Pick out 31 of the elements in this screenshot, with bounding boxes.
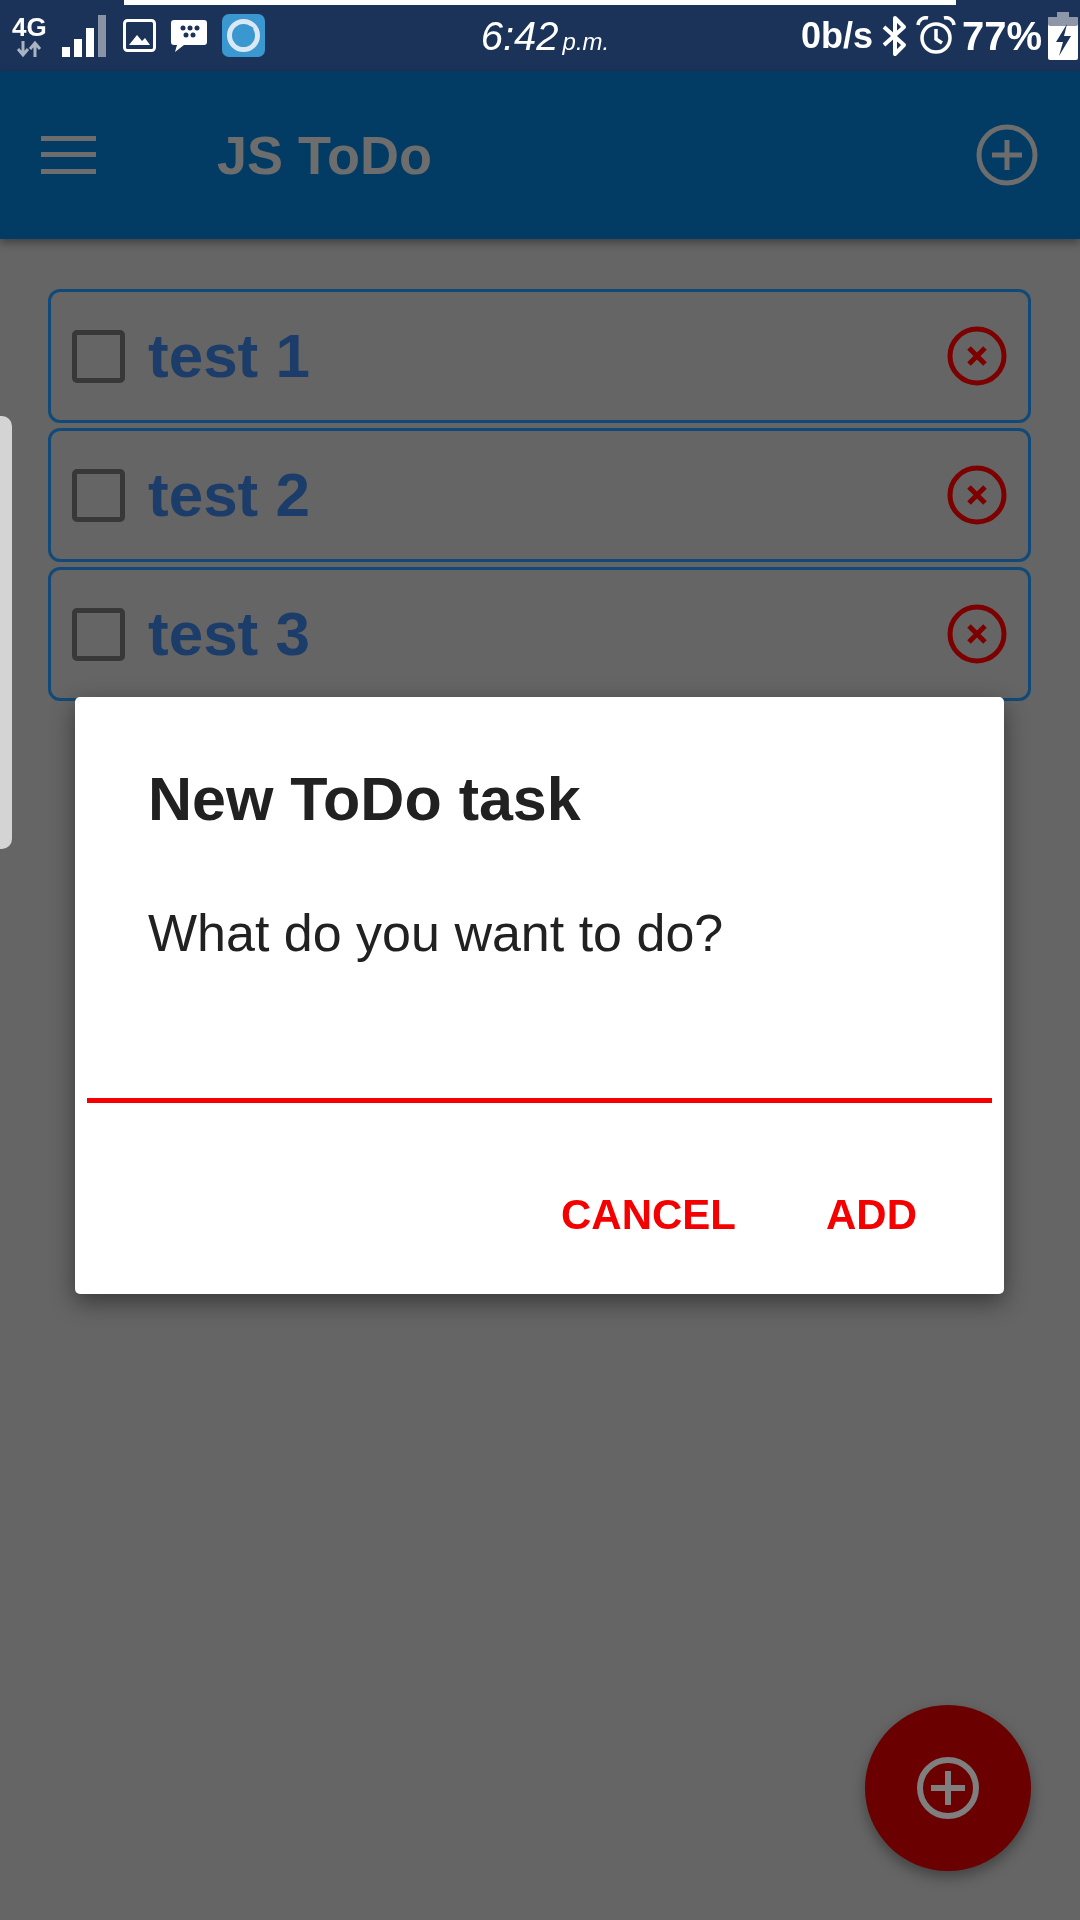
task-item[interactable]: test 1 xyxy=(48,289,1031,423)
checkbox[interactable] xyxy=(72,468,125,522)
alarm-clock-icon xyxy=(915,15,956,56)
chat-bubble-icon xyxy=(170,19,207,52)
signal-bars-icon xyxy=(61,14,108,57)
plus-circle-icon[interactable] xyxy=(976,124,1038,186)
plus-circle-icon xyxy=(916,1756,980,1820)
data-rate: 0b/s xyxy=(800,15,873,56)
task-label: test 3 xyxy=(148,598,310,670)
task-item[interactable]: test 2 xyxy=(48,428,1031,562)
menu-icon[interactable] xyxy=(41,136,96,174)
delete-x-circle-icon[interactable] xyxy=(946,603,1008,665)
app-tile-icon xyxy=(221,14,265,57)
dialog-title: New ToDo task xyxy=(148,764,582,835)
checkbox[interactable] xyxy=(72,607,125,661)
image-icon xyxy=(122,19,156,52)
task-label: test 2 xyxy=(148,459,310,531)
status-time: 6:42 xyxy=(480,12,559,60)
dialog-button[interactable]: ADD xyxy=(806,1176,937,1254)
time-period: p.m. xyxy=(562,26,610,57)
app-title: JS ToDo xyxy=(217,124,432,187)
checkbox[interactable] xyxy=(72,329,125,383)
dialog-button[interactable]: CANCEL xyxy=(541,1176,756,1254)
delete-x-circle-icon[interactable] xyxy=(946,464,1008,526)
edge-panel-handle[interactable] xyxy=(0,416,12,849)
task-label: test 1 xyxy=(148,320,310,392)
network-type: 4G xyxy=(12,13,47,40)
dialog-message: What do you want to do? xyxy=(148,903,725,964)
data-arrows-icon xyxy=(16,39,43,58)
delete-x-circle-icon[interactable] xyxy=(946,325,1008,387)
battery-percent: 77% xyxy=(961,13,1042,58)
